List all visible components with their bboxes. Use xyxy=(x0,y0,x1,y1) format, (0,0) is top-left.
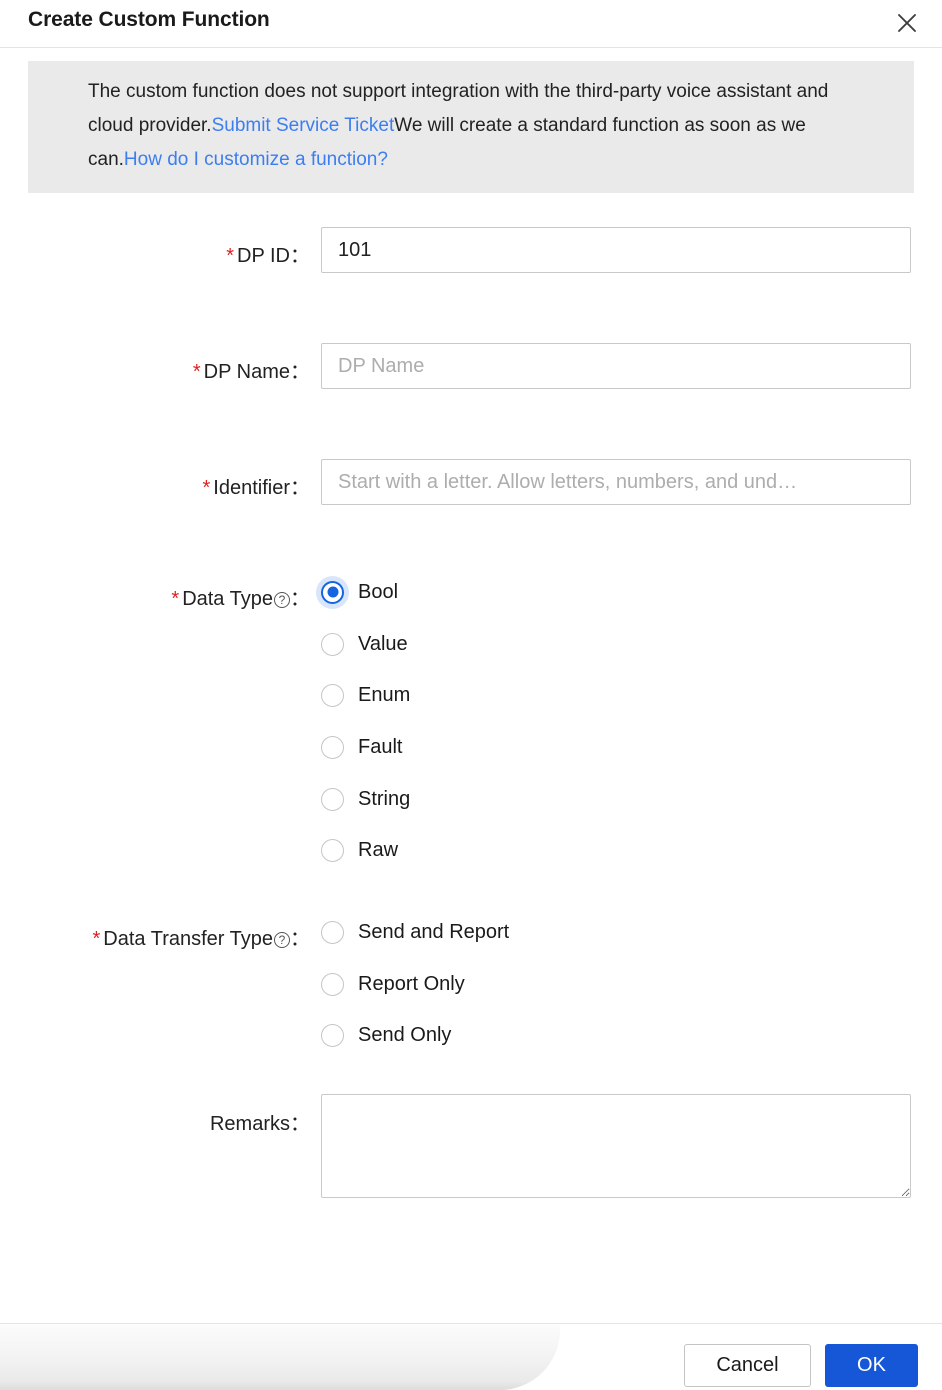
identifier-label-colon: ： xyxy=(290,477,310,499)
identifier-label: * Identifier： xyxy=(0,471,310,500)
data-type-label-text: Data Type xyxy=(182,588,273,610)
data-transfer-type-label: * Data Transfer Type?： xyxy=(0,922,310,951)
dialog-body: The custom function does not support int… xyxy=(0,48,942,1323)
radio-transfer-send-only[interactable]: Send Only xyxy=(321,1018,451,1052)
required-marker: * xyxy=(192,361,201,383)
dialog-title: Create Custom Function xyxy=(28,8,270,31)
data-transfer-type-label-text: Data Transfer Type xyxy=(103,928,273,950)
radio-data-type-value[interactable]: Value xyxy=(321,627,408,661)
radio-transfer-send-and-report[interactable]: Send and Report xyxy=(321,915,509,949)
radio-label: Raw xyxy=(358,838,399,861)
radio-label: Bool xyxy=(358,580,399,603)
data-type-label: * Data Type?： xyxy=(0,582,310,611)
radio-label: Enum xyxy=(358,683,411,706)
cancel-button[interactable]: Cancel xyxy=(684,1344,811,1387)
dialog-header: Create Custom Function xyxy=(0,0,942,47)
create-custom-function-dialog: Create Custom Function The custom functi… xyxy=(0,0,942,1390)
required-marker: * xyxy=(202,477,211,499)
notice-banner: The custom function does not support int… xyxy=(28,61,914,193)
radio-transfer-report-only[interactable]: Report Only xyxy=(321,967,465,1001)
ok-button[interactable]: OK xyxy=(825,1344,918,1387)
dp-id-label-text: DP ID xyxy=(237,245,290,267)
dp-id-label: * DP ID： xyxy=(0,239,310,268)
dp-name-label: * DP Name： xyxy=(0,355,310,384)
how-do-i-customize-a-function-link[interactable]: How do I customize a function? xyxy=(124,149,388,170)
radio-data-type-raw[interactable]: Raw xyxy=(321,833,398,867)
radio-mark-icon xyxy=(321,632,344,656)
close-icon[interactable] xyxy=(890,6,924,40)
radio-label: String xyxy=(358,787,411,810)
radio-mark-icon xyxy=(321,580,344,604)
radio-label: Send and Report xyxy=(358,920,510,943)
radio-mark-icon xyxy=(321,972,344,996)
remarks-label-text: Remarks xyxy=(209,1113,290,1135)
radio-label: Value xyxy=(358,632,408,655)
dp-name-label-colon: ： xyxy=(290,361,310,383)
radio-mark-icon xyxy=(321,683,344,707)
radio-data-type-string[interactable]: String xyxy=(321,782,410,816)
remarks-label: Remarks： xyxy=(0,1107,310,1136)
dp-name-input[interactable] xyxy=(321,343,911,389)
radio-label: Send Only xyxy=(358,1023,452,1046)
data-type-label-colon: ： xyxy=(290,588,310,610)
dp-name-label-text: DP Name xyxy=(203,361,290,383)
radio-data-type-fault[interactable]: Fault xyxy=(321,730,402,764)
required-marker: * xyxy=(92,928,101,950)
dp-id-label-colon: ： xyxy=(290,245,310,267)
radio-mark-icon xyxy=(321,1023,344,1047)
radio-data-type-enum[interactable]: Enum xyxy=(321,678,410,712)
dp-id-input[interactable] xyxy=(321,227,911,273)
radio-label: Report Only xyxy=(358,972,465,995)
submit-service-ticket-link[interactable]: Submit Service Ticket xyxy=(212,115,395,136)
required-marker: * xyxy=(226,245,235,267)
question-mark-icon[interactable]: ? xyxy=(274,592,290,608)
data-transfer-type-label-colon: ： xyxy=(290,928,310,950)
radio-data-type-bool[interactable]: Bool xyxy=(321,575,398,609)
identifier-input[interactable] xyxy=(321,459,911,505)
dialog-footer: Cancel OK xyxy=(0,1324,942,1390)
radio-mark-icon xyxy=(321,787,344,811)
identifier-label-text: Identifier xyxy=(213,477,290,499)
remarks-textarea[interactable] xyxy=(321,1094,911,1198)
question-mark-icon[interactable]: ? xyxy=(274,932,290,948)
radio-mark-icon xyxy=(321,838,344,862)
radio-mark-icon xyxy=(321,735,344,759)
remarks-label-colon: ： xyxy=(290,1113,310,1135)
radio-label: Fault xyxy=(358,735,403,758)
required-marker: * xyxy=(171,588,180,610)
radio-mark-icon xyxy=(321,920,344,944)
